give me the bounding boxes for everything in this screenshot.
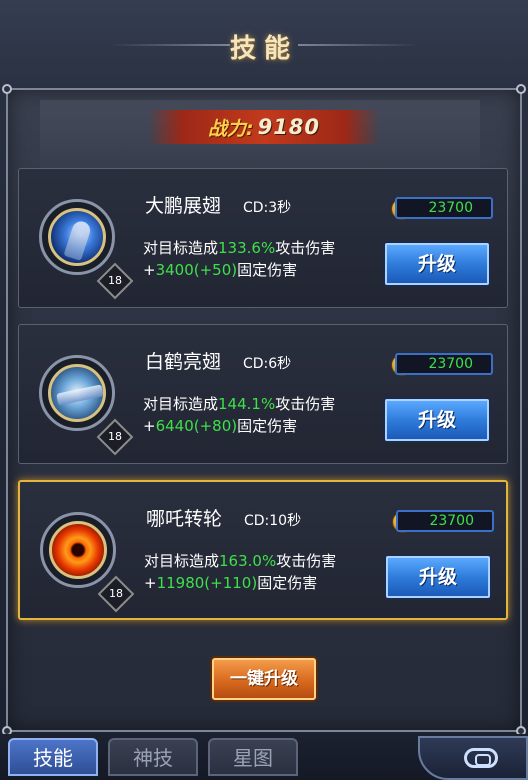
fire-wheel-skill-icon [49,521,107,579]
skill-cooldown: CD:3秒 [243,200,292,216]
tab-divine-skills[interactable]: 神技 [108,738,198,776]
header: 技能 [0,0,528,88]
skill-name: 白鹤亮翅 [145,351,222,373]
upgrade-button[interactable]: 升级 [385,243,489,285]
blue-bird-skill-icon [48,208,106,266]
skill-level-badge: 18 [96,262,134,300]
tab-star-chart[interactable]: 星图 [208,738,298,776]
skill-percent: 144.1% [218,395,276,413]
skill-icon-frame[interactable]: 18 [39,355,134,456]
power-value: 9180 [257,115,321,139]
one-key-upgrade-button[interactable]: 一键升级 [212,658,316,700]
skill-level-badge: 18 [96,418,134,456]
panel-corner-ornament [516,84,526,94]
page-title: 技能 [229,34,298,64]
tab-skills[interactable]: 技能 [8,738,98,776]
skill-flat-damage: 11980(+110) [156,574,258,592]
white-crane-skill-icon [48,364,106,422]
skill-flat-damage: 6440(+80) [155,417,238,435]
skill-name: 大鹏展翅 [145,195,222,217]
skill-icon-frame[interactable]: 18 [40,512,135,613]
skill-cooldown: CD:6秒 [243,356,292,372]
power-banner: 战力: 9180 [148,110,380,144]
upgrade-button[interactable]: 升级 [385,399,489,441]
panel-corner-ornament [2,84,12,94]
title-ornament-right [298,44,418,46]
skill-flat-damage: 3400(+50) [155,261,238,279]
skill-description: 对目标造成133.6%攻击伤害 +3400(+50)固定伤害 [143,239,336,279]
upgrade-button[interactable]: 升级 [386,556,490,598]
skill-cooldown: CD:10秒 [244,513,302,529]
skill-card[interactable]: 18 大鹏展翅 CD:3秒 23700 对目标造成133.6%攻击伤害 +340… [18,168,508,308]
upgrade-cost: 23700 [396,510,494,532]
upgrade-cost: 23700 [395,197,493,219]
skill-description: 对目标造成144.1%攻击伤害 +6440(+80)固定伤害 [143,395,336,435]
return-icon [464,748,498,768]
skill-level-badge: 18 [97,575,135,613]
back-button[interactable] [418,736,528,780]
upgrade-cost: 23700 [395,353,493,375]
skill-percent: 133.6% [218,239,276,257]
skill-card[interactable]: 18 白鹤亮翅 CD:6秒 23700 对目标造成144.1%攻击伤害 +644… [18,324,508,464]
power-label: 战力: [207,117,254,140]
skill-card-selected[interactable]: 18 哪吒转轮 CD:10秒 23700 对目标造成163.0%攻击伤害 +11… [18,480,508,620]
skill-icon-frame[interactable]: 18 [39,199,134,300]
skill-percent: 163.0% [219,552,277,570]
skill-description: 对目标造成163.0%攻击伤害 +11980(+110)固定伤害 [144,552,337,592]
skill-screen: 技能 战力: 9180 18 大鹏展翅 CD:3秒 23700 对目标造成133… [0,0,528,780]
skill-name: 哪吒转轮 [146,508,223,530]
